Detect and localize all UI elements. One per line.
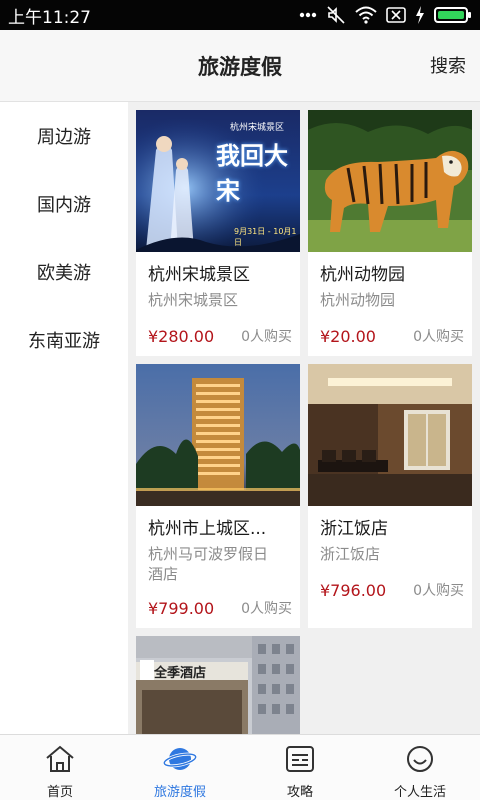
- smile-icon: [405, 745, 435, 777]
- product-subtitle: 杭州宋城景区: [148, 291, 239, 309]
- product-price: ¥20.00: [320, 326, 376, 346]
- product-grid: 杭州宋城景区 我回大宋 9月31日 - 10月1日 杭州宋城景区 杭州宋城景区 …: [136, 110, 472, 734]
- product-footer: ¥280.00 0人购买: [136, 326, 300, 346]
- product-card[interactable]: 杭州宋城景区 我回大宋 9月31日 - 10月1日 杭州宋城景区 杭州宋城景区 …: [136, 110, 300, 356]
- product-price: ¥796.00: [320, 580, 387, 600]
- app-header: 旅游度假 搜索: [0, 30, 480, 102]
- product-subtitle: 杭州马可波罗假日酒店: [148, 545, 269, 583]
- product-image-zoo: [308, 110, 472, 252]
- tab-label: 首页: [46, 785, 73, 800]
- product-sold-count: 0人购买: [413, 583, 464, 599]
- wifi-icon: [355, 6, 377, 24]
- hotel-sign: 全季酒店: [154, 666, 207, 681]
- sidebar-item-domestic[interactable]: 国内游: [0, 170, 128, 238]
- sidebar-item-label: 周边游: [37, 127, 91, 148]
- product-image-ji-hotel: 全季酒店: [136, 636, 300, 734]
- product-card[interactable]: 杭州市上城区... 杭州马可波罗假日酒店 ¥799.00 0人购买: [136, 364, 300, 628]
- status-bar: 上午11:27: [0, 0, 480, 30]
- category-sidebar: 周边游 国内游 欧美游 东南亚游: [0, 102, 128, 734]
- tab-label: 旅游度假: [153, 785, 206, 800]
- product-price: ¥280.00: [148, 326, 215, 346]
- product-name: 浙江饭店: [320, 519, 388, 539]
- sidebar-item-label: 欧美游: [37, 263, 91, 284]
- page-title: 旅游度假: [198, 54, 282, 79]
- sim-x-icon: [386, 6, 406, 24]
- sidebar-item-nearby[interactable]: 周边游: [0, 102, 128, 170]
- sidebar-item-southeast-asia[interactable]: 东南亚游: [0, 306, 128, 374]
- search-button[interactable]: 搜索: [430, 52, 466, 78]
- product-footer: ¥799.00 0人购买: [136, 598, 300, 618]
- status-time: 上午11:27: [8, 7, 91, 28]
- sidebar-item-europe-america[interactable]: 欧美游: [0, 238, 128, 306]
- product-name: 杭州宋城景区: [148, 265, 250, 285]
- tab-home[interactable]: 首页: [0, 735, 120, 800]
- product-footer: ¥796.00 0人购买: [308, 580, 472, 600]
- product-name: 杭州市上城区...: [148, 519, 267, 539]
- tab-guide[interactable]: 攻略: [240, 735, 360, 800]
- product-card[interactable]: 浙江饭店 浙江饭店 ¥796.00 0人购买: [308, 364, 472, 628]
- tab-label: 攻略: [286, 785, 313, 800]
- product-footer: ¥20.00 0人购买: [308, 326, 472, 346]
- sidebar-item-label: 国内游: [37, 195, 91, 216]
- product-card[interactable]: 杭州动物园 杭州动物园 ¥20.00 0人购买: [308, 110, 472, 356]
- battery-icon: [434, 7, 471, 23]
- product-sold-count: 0人购买: [241, 601, 292, 617]
- status-icons: [299, 5, 471, 25]
- charging-icon: [415, 6, 425, 24]
- product-image-marcopolo-hotel: [136, 364, 300, 506]
- product-sold-count: 0人购买: [241, 329, 292, 345]
- more-dots-icon: [299, 12, 317, 18]
- product-image-zhejiang-hotel: [308, 364, 472, 506]
- poster-title: 我回大宋: [216, 142, 288, 205]
- tab-label: 个人生活: [393, 785, 446, 800]
- product-subtitle: 浙江饭店: [320, 545, 381, 563]
- product-name: 杭州动物园: [320, 265, 405, 285]
- tab-personal-life[interactable]: 个人生活: [360, 735, 480, 800]
- sidebar-item-label: 东南亚游: [28, 331, 100, 352]
- bottom-tab-bar: 首页 旅游度假 攻略 个人生活: [0, 734, 480, 800]
- product-price: ¥799.00: [148, 598, 215, 618]
- product-image-songcheng: 杭州宋城景区 我回大宋 9月31日 - 10月1日: [136, 110, 300, 252]
- poster-caption: 杭州宋城景区: [230, 123, 285, 133]
- mute-icon: [326, 5, 346, 25]
- home-icon: [44, 745, 76, 777]
- product-sold-count: 0人购买: [413, 329, 464, 345]
- product-subtitle: 杭州动物园: [320, 291, 396, 309]
- product-card[interactable]: 全季酒店: [136, 636, 300, 734]
- tab-travel[interactable]: 旅游度假: [120, 735, 240, 800]
- planet-icon: [162, 745, 198, 777]
- guide-card-icon: [285, 745, 315, 777]
- poster-date: 9月31日 - 10月1日: [234, 227, 297, 247]
